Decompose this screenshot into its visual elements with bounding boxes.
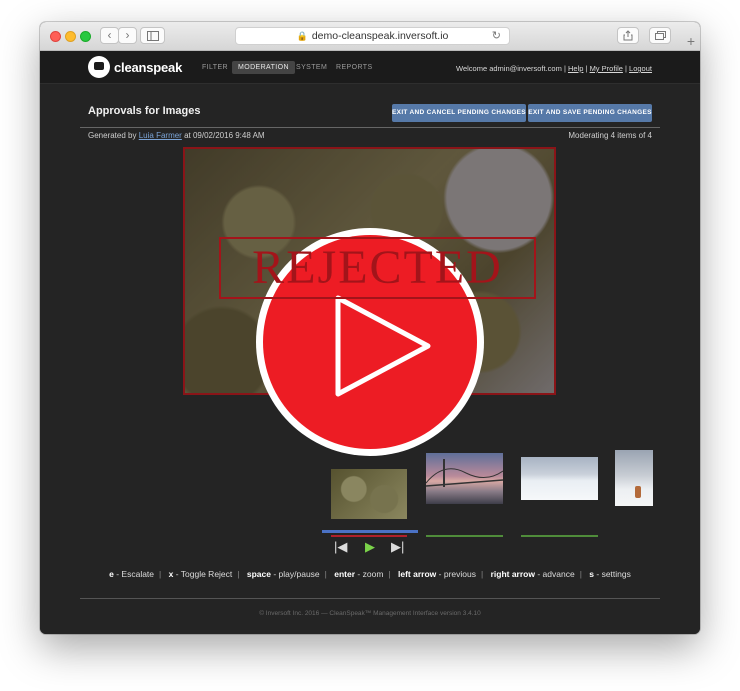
help-link[interactable]: Help xyxy=(568,64,583,73)
back-button[interactable]: ‹ xyxy=(100,27,119,44)
app-navbar: cleanspeak FILTER MODERATION SYSTEM REPO… xyxy=(40,51,700,84)
welcome-text: Welcome admin@inversoft.com xyxy=(456,64,562,73)
exit-cancel-button[interactable]: EXIT AND CANCEL PENDING CHANGES xyxy=(392,104,526,122)
bridge-silhouette xyxy=(426,459,503,487)
user-menu: Welcome admin@inversoft.com | Help | My … xyxy=(456,64,652,73)
rejected-stamp: REJECTED xyxy=(219,237,536,299)
shortcut-toggle-reject: x - Toggle Reject xyxy=(168,569,233,579)
previous-icon[interactable]: |◀ xyxy=(334,539,347,555)
url-text: demo-cleanspeak.inversoft.io xyxy=(311,30,449,42)
footer-divider xyxy=(80,598,660,599)
forward-button[interactable]: › xyxy=(118,27,137,44)
nav-reports[interactable]: REPORTS xyxy=(330,61,379,74)
shortcut-play-pause: space - play/pause xyxy=(246,569,320,579)
thumbnail-snow-field[interactable] xyxy=(521,457,598,500)
thumbnail-status-rejected xyxy=(331,535,407,537)
thumbnail-snow-person[interactable] xyxy=(615,450,653,506)
zoom-window-button[interactable] xyxy=(80,31,91,42)
lock-icon: 🔒 xyxy=(296,31,308,41)
nav-moderation[interactable]: MODERATION xyxy=(232,61,295,74)
generated-date: at 09/02/2016 9:48 AM xyxy=(184,131,265,140)
speech-bubble-icon xyxy=(88,56,110,78)
selected-thumbnail-indicator xyxy=(322,530,418,533)
moderating-count: Moderating 4 items of 4 xyxy=(568,131,652,140)
separator: | xyxy=(625,64,627,73)
shortcut-settings: s - settings xyxy=(589,569,631,579)
sidebar-icon xyxy=(146,31,159,41)
footer-text: © Inversoft Inc. 2016 — CleanSpeak™ Mana… xyxy=(259,610,481,617)
nav-system[interactable]: SYSTEM xyxy=(290,61,333,74)
shortcut-zoom: enter - zoom xyxy=(334,569,384,579)
generated-prefix: Generated by xyxy=(88,131,137,140)
divider xyxy=(80,127,660,128)
logo-text: cleanspeak xyxy=(114,59,183,75)
page-title: Approvals for Images xyxy=(88,105,201,117)
sidebar-toggle-button[interactable] xyxy=(140,27,165,44)
share-icon xyxy=(623,30,633,41)
separator: | xyxy=(585,64,588,73)
shortcut-previous: left arrow - previous xyxy=(398,569,476,579)
address-bar[interactable]: 🔒 demo-cleanspeak.inversoft.io ↻ xyxy=(235,27,510,45)
thumbnail-status-approved xyxy=(426,535,503,537)
reload-icon[interactable]: ↻ xyxy=(492,28,501,44)
thumbnail-status-approved xyxy=(521,535,598,537)
my-profile-link[interactable]: My Profile xyxy=(590,64,623,73)
keyboard-shortcuts: e - Escalate | x - Toggle Reject | space -… xyxy=(109,569,631,579)
share-button[interactable] xyxy=(617,27,639,44)
playback-controls: |◀ ▶ ▶| xyxy=(331,539,411,559)
tabs-button[interactable] xyxy=(649,27,671,44)
chevron-right-icon: › xyxy=(125,28,130,42)
nav-filter[interactable]: FILTER xyxy=(196,61,234,74)
cleanspeak-logo[interactable]: cleanspeak xyxy=(88,55,182,79)
separator: | xyxy=(563,64,566,73)
shortcut-escalate: e - Escalate xyxy=(109,569,155,579)
chevron-left-icon: ‹ xyxy=(107,28,112,42)
logout-link[interactable]: Logout xyxy=(629,64,652,73)
new-tab-button[interactable]: + xyxy=(682,32,700,50)
shortcut-advance: right arrow - advance xyxy=(490,569,575,579)
thumbnail-cannabis[interactable] xyxy=(331,469,407,519)
close-window-button[interactable] xyxy=(50,31,61,42)
play-icon[interactable]: ▶ xyxy=(365,539,375,555)
generated-user-link[interactable]: Luia Farmer xyxy=(139,131,182,140)
generated-info: Generated by Luia Farmer at 09/02/2016 9… xyxy=(88,131,265,140)
minimize-window-button[interactable] xyxy=(65,31,76,42)
browser-titlebar: ‹ › 🔒 demo-cleanspeak.inversoft.io ↻ + xyxy=(40,22,700,51)
exit-save-button[interactable]: EXIT AND SAVE PENDING CHANGES xyxy=(528,104,652,122)
tabs-icon xyxy=(654,31,666,40)
thumbnail-bridge[interactable] xyxy=(426,453,503,504)
next-icon[interactable]: ▶| xyxy=(391,539,404,555)
